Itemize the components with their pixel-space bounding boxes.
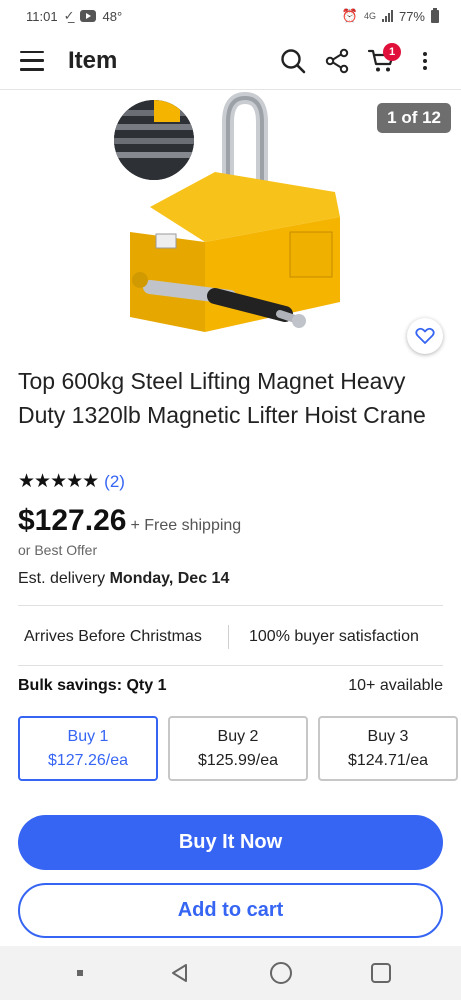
cart-count-badge: 1 [383, 43, 401, 61]
share-button[interactable] [315, 39, 359, 83]
system-nav-bar [0, 946, 461, 1000]
status-bar: 11:01 ✓̲ 48° ⏰ 4G 77% [0, 0, 461, 32]
buy-1-option[interactable]: Buy 1 $127.26/ea [18, 716, 158, 781]
option-label: Buy 2 [217, 727, 259, 745]
delivery-date: Monday, Dec 14 [109, 570, 230, 587]
app-bar: Item 1 [0, 32, 461, 90]
bulk-savings-label: Bulk savings: Qty 1 [18, 677, 167, 694]
buy-it-now-button[interactable]: Buy It Now [18, 815, 443, 870]
product-title: Top 600kg Steel Lifting Magnet Heavy Dut… [18, 368, 426, 428]
home-circle-icon [269, 962, 292, 984]
app-actions: 1 [271, 32, 447, 90]
rating-count-link[interactable]: (2) [104, 472, 125, 492]
signal-icon [381, 10, 393, 22]
quantity-options: Buy 1 $127.26/ea Buy 2 $125.99/ea Buy 3 … [18, 716, 458, 781]
bulk-savings-row: Bulk savings: Qty 1 10+ available [18, 677, 443, 695]
heart-icon [415, 327, 435, 344]
recents-dot-button[interactable] [58, 951, 102, 995]
price: $127.26 [18, 504, 127, 537]
back-triangle-icon [172, 964, 188, 982]
battery-icon [431, 7, 439, 23]
more-vertical-icon [415, 52, 435, 70]
price-row: $127.26 + Free shipping [18, 504, 241, 538]
home-button[interactable] [259, 951, 303, 995]
wifi-calling-icon: 4G [363, 11, 376, 21]
overview-button[interactable] [359, 951, 403, 995]
back-button[interactable] [158, 951, 202, 995]
watch-button[interactable] [407, 318, 443, 354]
divider [18, 665, 443, 666]
share-icon [325, 48, 349, 74]
menu-icon[interactable] [20, 50, 44, 71]
status-right: ⏰ 4G 77% [341, 7, 439, 24]
shipping-info: + Free shipping [130, 517, 242, 534]
alarm-icon: ⏰ [341, 8, 358, 23]
product-image-gallery[interactable]: 1 of 12 [0, 92, 461, 354]
add-to-cart-button[interactable]: Add to cart [18, 883, 443, 938]
buy-3-option[interactable]: Buy 3 $124.71/ea [318, 716, 458, 781]
cart-button[interactable]: 1 [359, 39, 403, 83]
star-rating-icon: ★★★★★ [18, 471, 99, 492]
estimated-delivery: Est. delivery Monday, Dec 14 [18, 570, 229, 588]
rating[interactable]: ★★★★★ (2) [18, 470, 125, 493]
perk-buyer-satisfaction: 100% buyer satisfaction [249, 628, 419, 645]
more-options-button[interactable] [403, 39, 447, 83]
perk-separator [228, 625, 229, 649]
option-label: Buy 1 [67, 727, 109, 745]
check-download-icon: ✓̲ [63, 8, 75, 23]
option-price: $125.99/ea [197, 751, 279, 769]
availability: 10+ available [348, 677, 443, 694]
battery-percent: 77% [398, 8, 425, 24]
youtube-icon [80, 10, 97, 22]
status-temperature: 48° [102, 8, 123, 24]
page-title: Item [68, 46, 118, 74]
perk-arrives-before-christmas: Arrives Before Christmas [24, 628, 202, 645]
image-counter: 1 of 12 [377, 103, 451, 133]
perks-row: Arrives Before Christmas 100% buyer sati… [18, 622, 443, 652]
option-price: $127.26/ea [47, 751, 129, 769]
search-icon [281, 49, 306, 74]
square-icon [370, 963, 391, 983]
option-label: Buy 3 [367, 727, 409, 745]
best-offer-text: or Best Offer [18, 542, 98, 558]
divider [18, 605, 443, 606]
buy-2-option[interactable]: Buy 2 $125.99/ea [168, 716, 308, 781]
delivery-prefix: Est. delivery [18, 570, 110, 587]
dot-icon [77, 970, 84, 976]
search-button[interactable] [271, 39, 315, 83]
status-left: 11:01 ✓̲ 48° [26, 8, 122, 24]
product-thumbnail [114, 100, 194, 180]
status-time: 11:01 [26, 8, 58, 24]
option-price: $124.71/ea [347, 751, 429, 769]
